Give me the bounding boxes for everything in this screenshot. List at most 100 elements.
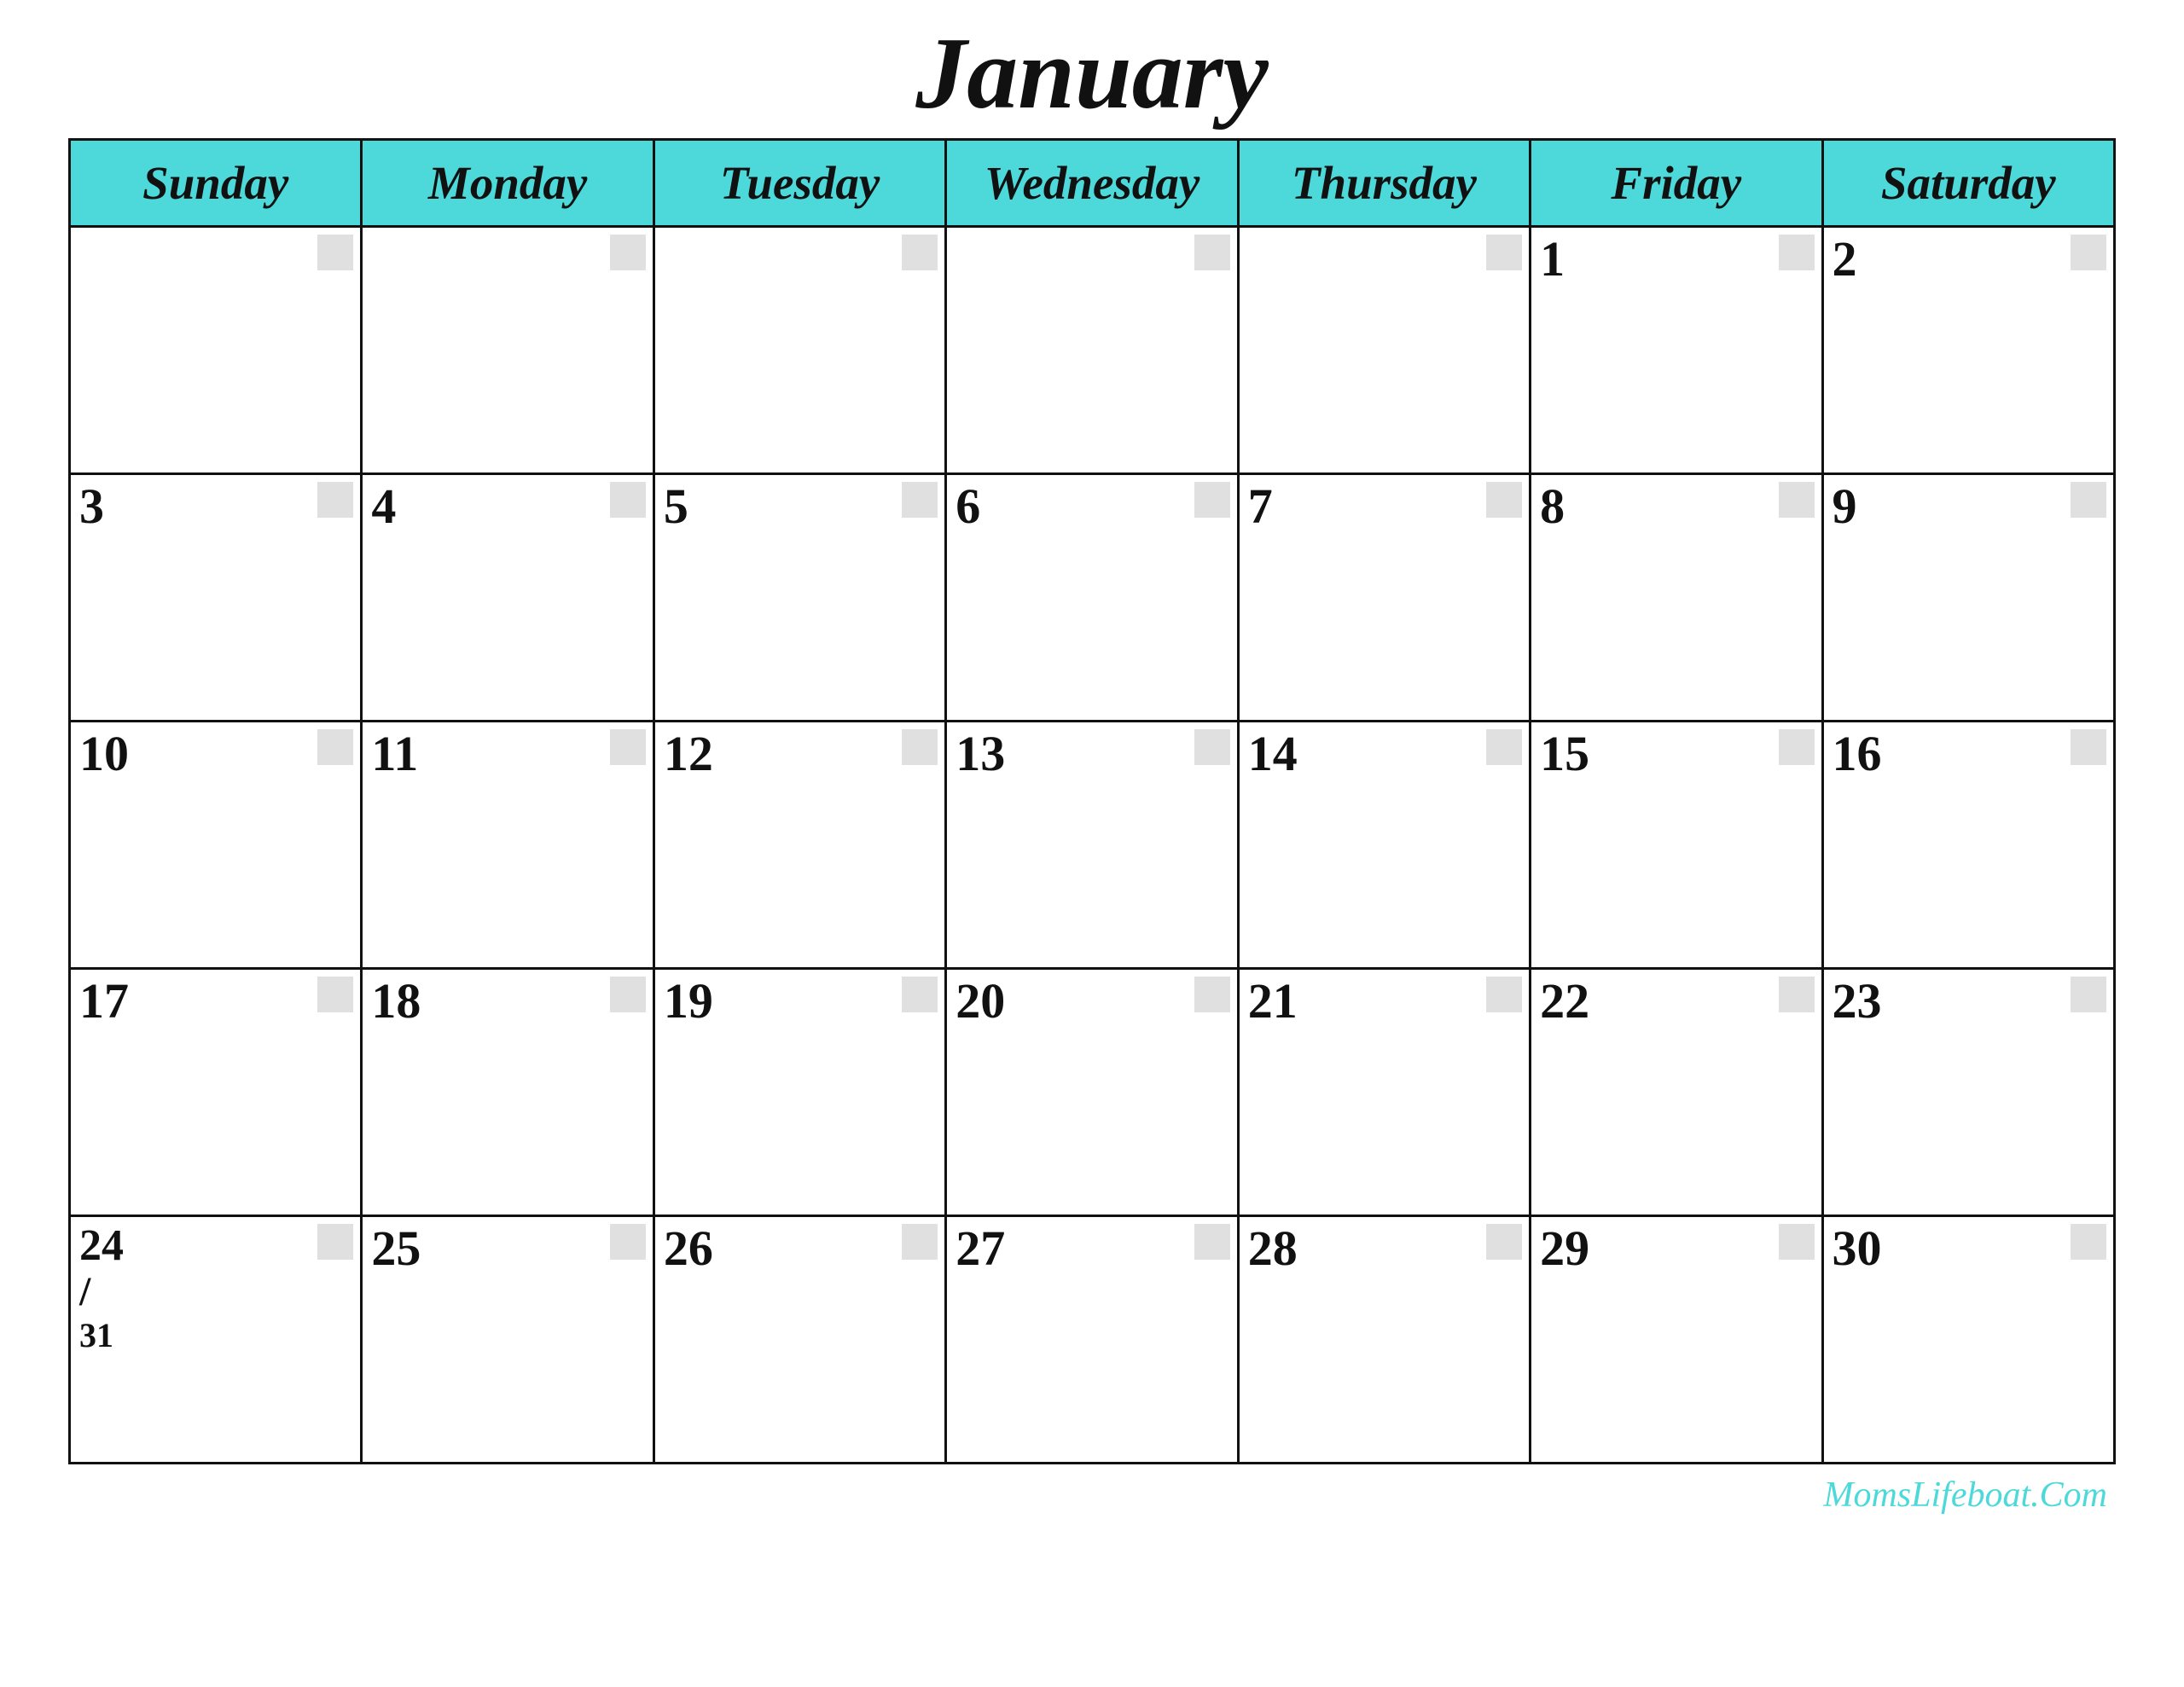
corner-marker [317,729,353,765]
header-sunday: Sunday [70,140,362,227]
corner-marker [1486,977,1522,1012]
corner-marker [902,977,938,1012]
calendar-wrapper: January Sunday Monday Tuesday Wednesday … [34,0,2150,1550]
calendar-cell-w2-d2: 4 [362,474,653,722]
day-number: 19 [664,977,936,1026]
corner-marker [1194,235,1230,270]
corner-marker [902,729,938,765]
calendar-cell-w2-d4: 6 [946,474,1238,722]
calendar-cell-w1-d7: 2 [1822,227,2114,474]
day-number: 12 [664,729,936,779]
day-number: 7 [1248,482,1520,531]
calendar-cell-w1-d5 [1238,227,1530,474]
calendar-cell-w2-d5: 7 [1238,474,1530,722]
calendar-cell-w3-d5: 14 [1238,722,1530,969]
corner-marker [2071,729,2106,765]
corner-marker [610,482,646,518]
calendar-week-2: 3456789 [70,474,2115,722]
day-number: 9 [1833,482,2105,531]
day-number: 28 [1248,1224,1520,1273]
corner-marker [317,482,353,518]
calendar-cell-w4-d3: 19 [653,969,945,1216]
calendar-cell-w5-d4: 27 [946,1216,1238,1464]
corner-marker [902,235,938,270]
day-number: 26 [664,1224,936,1273]
calendar-cell-w3-d2: 11 [362,722,653,969]
day-number: 15 [1540,729,1812,779]
corner-marker [1194,1224,1230,1260]
calendar-week-1: 12 [70,227,2115,474]
corner-marker [610,977,646,1012]
calendar-week-4: 17181920212223 [70,969,2115,1216]
corner-marker [610,1224,646,1260]
day-number: 21 [1248,977,1520,1026]
calendar-week-5: 24/31252627282930 [70,1216,2115,1464]
corner-marker [902,482,938,518]
day-number: 3 [79,482,351,531]
calendar-cell-w1-d2 [362,227,653,474]
corner-marker [1486,235,1522,270]
slash-divider: / [79,1268,351,1315]
calendar-cell-w2-d3: 5 [653,474,945,722]
calendar-cell-w5-d3: 26 [653,1216,945,1464]
corner-marker [610,235,646,270]
corner-marker [2071,1224,2106,1260]
day-number: 1 [1540,235,1812,284]
day-number: 29 [1540,1224,1812,1273]
header-saturday: Saturday [1822,140,2114,227]
calendar-cell-w5-d5: 28 [1238,1216,1530,1464]
day-number: 13 [956,729,1228,779]
corner-marker [1194,729,1230,765]
dual-date-container: 24/31 [79,1224,351,1353]
calendar-cell-w5-d2: 25 [362,1216,653,1464]
calendar-cell-w3-d1: 10 [70,722,362,969]
calendar-cell-w5-d7: 30 [1822,1216,2114,1464]
calendar-table: Sunday Monday Tuesday Wednesday Thursday… [68,138,2116,1464]
calendar-title: January [68,17,2116,130]
day-number: 8 [1540,482,1812,531]
corner-marker [1486,482,1522,518]
corner-marker [1194,482,1230,518]
day-number: 18 [371,977,643,1026]
calendar-cell-w3-d3: 12 [653,722,945,969]
header-monday: Monday [362,140,653,227]
corner-marker [610,729,646,765]
day-number: 14 [1248,729,1520,779]
calendar-cell-w1-d6: 1 [1531,227,1822,474]
corner-marker [2071,482,2106,518]
day-number-bottom: 31 [79,1319,351,1353]
corner-marker [317,1224,353,1260]
day-number: 10 [79,729,351,779]
calendar-cell-w1-d3 [653,227,945,474]
watermark: MomsLifeboat.Com [68,1475,2116,1516]
corner-marker [1779,977,1815,1012]
calendar-cell-w2-d1: 3 [70,474,362,722]
corner-marker [2071,977,2106,1012]
day-number: 6 [956,482,1228,531]
day-number: 17 [79,977,351,1026]
day-number: 30 [1833,1224,2105,1273]
calendar-cell-w5-d6: 29 [1531,1216,1822,1464]
day-number: 27 [956,1224,1228,1273]
corner-marker [1779,1224,1815,1260]
day-number: 22 [1540,977,1812,1026]
corner-marker [1779,729,1815,765]
corner-marker [317,977,353,1012]
calendar-cell-w1-d4 [946,227,1238,474]
calendar-cell-w3-d6: 15 [1531,722,1822,969]
day-number: 25 [371,1224,643,1273]
corner-marker [2071,235,2106,270]
corner-marker [1779,482,1815,518]
header-thursday: Thursday [1238,140,1530,227]
day-number: 5 [664,482,936,531]
header-friday: Friday [1531,140,1822,227]
day-number: 20 [956,977,1228,1026]
day-number: 16 [1833,729,2105,779]
header-tuesday: Tuesday [653,140,945,227]
corner-marker [902,1224,938,1260]
corner-marker [1486,729,1522,765]
corner-marker [1486,1224,1522,1260]
calendar-cell-w1-d1 [70,227,362,474]
calendar-cell-w4-d2: 18 [362,969,653,1216]
header-wednesday: Wednesday [946,140,1238,227]
